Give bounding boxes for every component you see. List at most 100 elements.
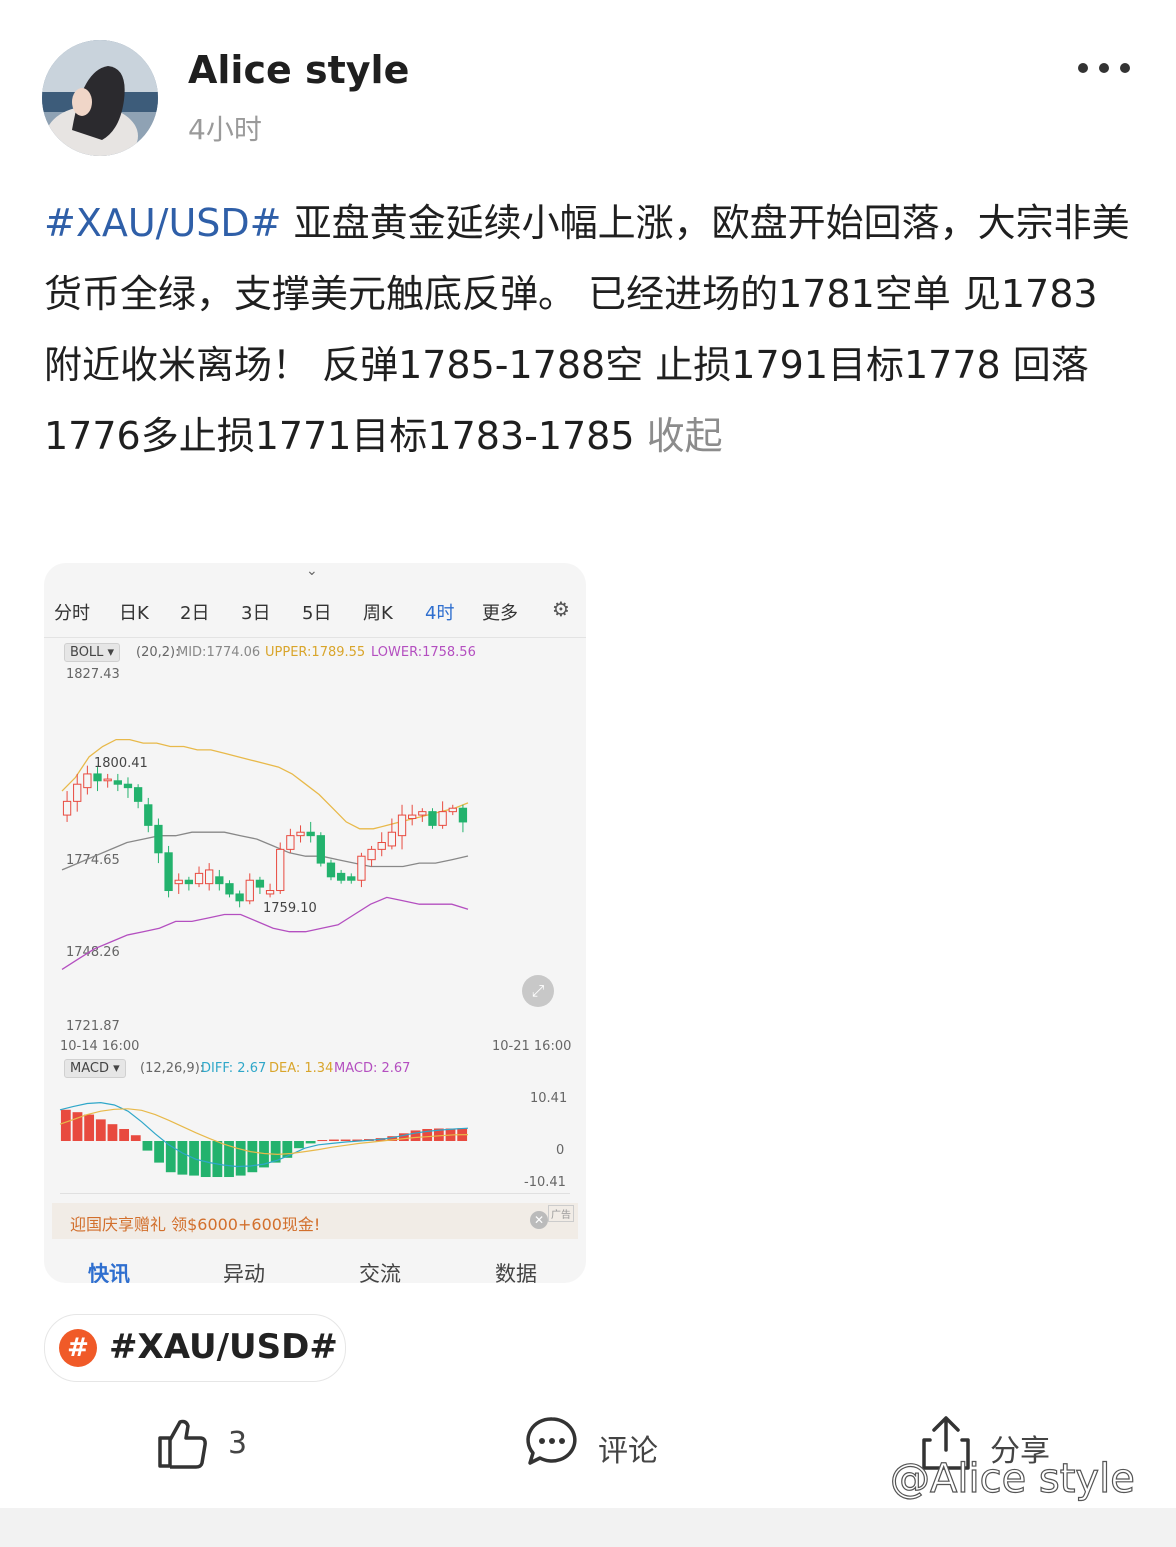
candle-body — [113, 780, 122, 785]
macd-dea: DEA: 1.34 — [269, 1061, 334, 1076]
comment-button[interactable]: 评论 — [524, 1412, 684, 1472]
topic-chip[interactable]: # #XAU/USD# — [44, 1314, 346, 1382]
more-options-icon[interactable] — [1076, 58, 1132, 78]
collapse-link[interactable]: 收起 — [647, 414, 723, 458]
macd-bar — [247, 1141, 258, 1173]
candle-body — [428, 811, 437, 826]
avatar[interactable] — [42, 40, 158, 156]
candle-body — [205, 869, 214, 885]
macd-value: MACD: 2.67 — [334, 1061, 411, 1076]
ad-banner[interactable]: 迎国庆享赠礼 领$6000+600现金! ✕ 广告 — [52, 1203, 578, 1239]
author-name[interactable]: Alice style — [188, 48, 409, 92]
hashtag-icon: # — [59, 1329, 97, 1367]
macd-bar — [235, 1141, 246, 1176]
candle-body — [93, 773, 102, 782]
macd-bar — [84, 1114, 95, 1141]
candle-body — [408, 814, 417, 820]
thumbs-up-icon — [158, 1419, 207, 1469]
post-body: #XAU/USD# 亚盘黄金延续小幅上涨，欧盘开始回落，大宗非美货币全绿，支撑美… — [44, 188, 1134, 472]
tab-shuju[interactable]: 数据 — [495, 1258, 537, 1283]
candle-body — [306, 831, 315, 837]
candle-body — [133, 787, 143, 802]
comment-label: 评论 — [598, 1434, 658, 1469]
candle-body — [255, 879, 265, 888]
candle-body — [174, 879, 183, 885]
tab-2day[interactable]: 2日 — [180, 599, 209, 625]
macd-bar — [154, 1141, 164, 1163]
macd-bar — [60, 1109, 71, 1141]
macd-bar — [107, 1124, 118, 1141]
period-tabs: 分时 日K 2日 3日 5日 周K 4时 更多 — [44, 589, 586, 633]
macd-bar — [95, 1119, 106, 1141]
boll-upper: UPPER:1789.55 — [265, 645, 366, 660]
macd-select[interactable]: MACD ▾ — [64, 1059, 126, 1078]
close-icon[interactable]: ✕ — [530, 1211, 548, 1229]
macd-select-label: MACD — [70, 1061, 109, 1076]
boll-upper-line — [61, 738, 469, 830]
tab-jiaoliu[interactable]: 交流 — [359, 1258, 401, 1283]
macd-params: (12,26,9): — [140, 1061, 205, 1076]
candle-body — [387, 831, 397, 847]
tab-4hour[interactable]: 4时 — [425, 599, 454, 625]
topic-label: #XAU/USD# — [109, 1327, 338, 1367]
gear-icon[interactable]: ⚙ — [552, 597, 570, 621]
tab-rik[interactable]: 日K — [119, 599, 149, 625]
tab-5day[interactable]: 5日 — [302, 599, 331, 625]
boll-mid-line — [61, 831, 469, 871]
candle-body — [316, 835, 325, 864]
macd-bar — [119, 1128, 130, 1141]
avatar-image — [42, 40, 158, 156]
tab-fenshi[interactable]: 分时 — [54, 599, 90, 625]
candle-body — [458, 807, 468, 823]
boll-mid: MID:1774.06 — [177, 645, 261, 660]
macd-bar — [200, 1141, 211, 1178]
candle-body — [296, 831, 305, 837]
candle-body — [62, 800, 72, 816]
macd-bar — [340, 1139, 351, 1141]
candle-body — [123, 783, 133, 789]
candle-body — [83, 773, 92, 789]
candle-body — [225, 883, 234, 895]
tab-more[interactable]: 更多 — [482, 599, 518, 625]
macd-chart — [59, 1101, 469, 1178]
candle-body — [336, 872, 346, 881]
macd-bar — [329, 1139, 339, 1141]
macd-bar — [294, 1141, 304, 1149]
tab-kuaixun[interactable]: 快讯 — [88, 1258, 130, 1283]
candle-body — [194, 872, 204, 885]
candle-body — [367, 848, 376, 861]
macd-bar — [177, 1141, 188, 1175]
candle-body — [164, 852, 173, 892]
candle-body — [286, 835, 295, 850]
post-hashtag[interactable]: #XAU/USD# — [44, 201, 282, 245]
chart-screenshot[interactable]: ⌄ 分时 日K 2日 3日 5日 周K 4时 更多 ⚙ BOLL ▾ (20,2… — [44, 563, 586, 1283]
macd-bar — [317, 1140, 328, 1142]
boll-select[interactable]: BOLL ▾ — [64, 643, 121, 662]
candle-body — [347, 876, 356, 881]
macd-bar — [130, 1135, 141, 1141]
macd-bar — [305, 1141, 316, 1144]
candlestick-chart — [61, 738, 469, 970]
candle-body — [184, 879, 194, 885]
candle-body — [418, 811, 427, 816]
like-button[interactable]: 3 — [154, 1412, 294, 1472]
candle-body — [215, 876, 224, 885]
candle-body — [326, 862, 336, 878]
boll-lower: LOWER:1758.56 — [371, 645, 476, 660]
candle-body — [73, 783, 82, 802]
candle-body — [397, 814, 407, 837]
footer-bar — [0, 1508, 1176, 1547]
ad-tag: 广告 — [548, 1205, 574, 1222]
tab-weekk[interactable]: 周K — [363, 599, 393, 625]
candle-body — [377, 842, 386, 850]
macd-bar — [212, 1141, 223, 1178]
expand-icon[interactable]: ⤢ — [522, 975, 554, 1007]
boll-select-label: BOLL — [70, 645, 104, 660]
candle-body — [448, 807, 457, 813]
tab-3day[interactable]: 3日 — [241, 599, 270, 625]
watermark: @Alice style — [889, 1455, 1135, 1502]
tab-yidong[interactable]: 异动 — [223, 1258, 265, 1283]
candle-body — [438, 811, 447, 826]
macd-diff: DIFF: 2.67 — [201, 1061, 267, 1076]
candle-body — [235, 893, 244, 902]
